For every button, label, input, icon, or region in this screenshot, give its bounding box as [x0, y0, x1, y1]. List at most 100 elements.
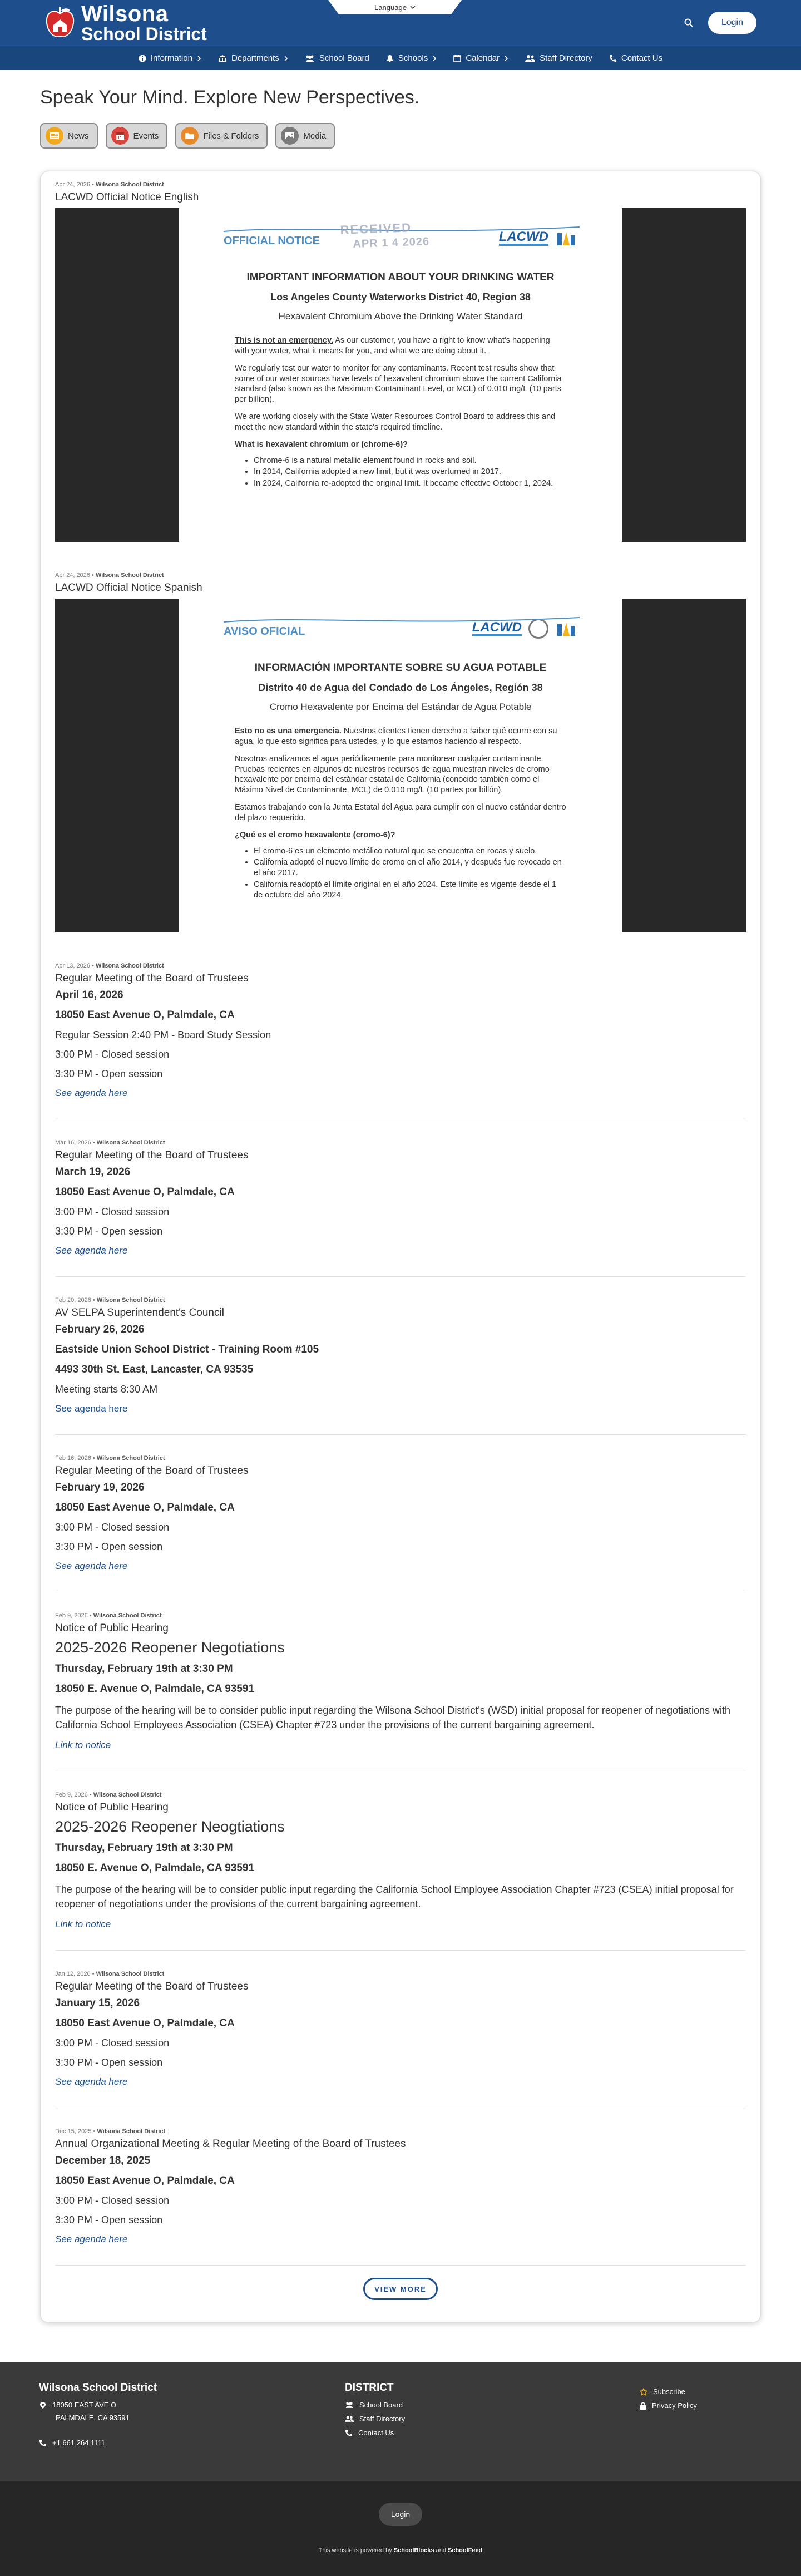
nav-information[interactable]: Information — [139, 53, 201, 63]
event-detail: 3:00 PM - Closed session — [55, 1522, 170, 1533]
event-detail: 3:30 PM - Open session — [55, 1541, 163, 1552]
nav-contact-us[interactable]: Contact Us — [609, 53, 662, 63]
language-selector[interactable]: Language — [328, 0, 462, 14]
news-feed: Apr 24, 2026 • Wilsona School District L… — [40, 171, 761, 2323]
login-button[interactable]: Login — [708, 12, 756, 34]
people-icon — [305, 55, 314, 62]
nav-schools[interactable]: Schools — [386, 53, 437, 63]
post-title[interactable]: LACWD Official Notice English — [55, 191, 746, 204]
agenda-link[interactable]: See agenda here — [55, 1245, 127, 1256]
doc-body: Esto no es una emergencia. Nuestros clie… — [224, 726, 577, 901]
post-media-viewer[interactable]: AVISO OFICIAL LACWD INFORMACIÓN IMPORTAN… — [55, 599, 746, 932]
post-source: Wilsona School District — [93, 1612, 162, 1619]
page-tagline: Speak Your Mind. Explore New Perspective… — [40, 87, 420, 108]
event-detail: 3:00 PM - Closed session — [55, 1049, 170, 1060]
post-date: Mar 16, 2026 — [55, 1139, 91, 1146]
site-header: Wilsona School District Language Login I… — [0, 0, 801, 70]
nav-contact-us-label: Contact Us — [621, 53, 663, 63]
schoolblocks-link[interactable]: SchoolBlocks — [394, 2547, 434, 2554]
nav-departments-label: Departments — [231, 53, 279, 63]
footer-phone-number: +1 661 264 1111 — [52, 2439, 106, 2447]
post-title[interactable]: LACWD Official Notice Spanish — [55, 582, 746, 594]
footer-link-school-board[interactable]: School Board — [345, 2401, 640, 2409]
nav-staff-directory-label: Staff Directory — [540, 53, 592, 63]
post-date: Apr 24, 2026 — [55, 572, 90, 579]
post-title[interactable]: Regular Meeting of the Board of Trustees — [55, 1981, 746, 1993]
nav-school-board[interactable]: School Board — [305, 53, 369, 63]
notice-link[interactable]: Link to notice — [55, 1740, 111, 1750]
event-detail: Meeting starts 8:30 AM — [55, 1384, 158, 1395]
footer-link-staff-directory[interactable]: Staff Directory — [345, 2415, 640, 2423]
filter-files-folders-label: Files & Folders — [203, 131, 259, 141]
event-date: February 19, 2026 — [55, 1482, 145, 1493]
star-icon — [640, 2387, 647, 2396]
agenda-link[interactable]: See agenda here — [55, 1088, 127, 1098]
media-letterbox-right — [622, 599, 746, 932]
people-icon — [345, 2402, 353, 2409]
post-title[interactable]: AV SELPA Superintendent's Council — [55, 1307, 746, 1319]
event-date: Thursday, February 19th at 3:30 PM — [55, 1663, 233, 1675]
footer-privacy-link[interactable]: Privacy Policy — [640, 2401, 751, 2410]
feed-post: Feb 9, 2026 • Wilsona School District No… — [55, 1792, 746, 1951]
event-detail: 3:00 PM - Closed session — [55, 2195, 170, 2207]
filter-events[interactable]: Events — [105, 123, 168, 149]
filter-news-label: News — [68, 131, 89, 141]
filter-media[interactable]: Media — [275, 123, 335, 149]
footer-login-button[interactable]: Login — [379, 2503, 422, 2526]
notice-document-image: OFFICIAL NOTICE LACWD RECEIVED APR 1 4 20… — [179, 208, 622, 542]
agenda-link[interactable]: See agenda here — [55, 1403, 127, 1414]
schoolfeed-link[interactable]: SchoolFeed — [448, 2547, 482, 2554]
nav-departments[interactable]: Departments — [218, 53, 288, 63]
chevron-right-icon — [197, 55, 201, 61]
post-title[interactable]: Regular Meeting of the Board of Trustees — [55, 973, 746, 985]
post-media-viewer[interactable]: OFFICIAL NOTICE LACWD RECEIVED APR 1 4 20… — [55, 208, 746, 542]
event-date: December 18, 2025 — [55, 2155, 151, 2167]
post-title[interactable]: Annual Organizational Meeting & Regular … — [55, 2138, 746, 2150]
nav-staff-directory[interactable]: Staff Directory — [525, 53, 592, 63]
post-date: Feb 9, 2026 — [55, 1612, 88, 1619]
feed-filters: News Events Files & Folders Media — [40, 123, 761, 149]
event-detail: 3:00 PM - Closed session — [55, 1206, 170, 1217]
bell-icon — [386, 55, 393, 62]
phone-icon — [609, 55, 616, 62]
notice-link[interactable]: Link to notice — [55, 1919, 111, 1929]
post-title[interactable]: Notice of Public Hearing — [55, 1622, 746, 1635]
agenda-link[interactable]: See agenda here — [55, 1561, 127, 1571]
event-location: 18050 East Avenue O, Palmdale, CA — [55, 1186, 235, 1198]
agenda-link[interactable]: See agenda here — [55, 2076, 127, 2087]
post-title[interactable]: Regular Meeting of the Board of Trustees — [55, 1465, 746, 1477]
doc-heading: IMPORTANT INFORMATION ABOUT YOUR DRINKIN… — [246, 272, 555, 283]
view-more-button[interactable]: VIEW MORE — [363, 2278, 438, 2301]
footer-link-contact-us[interactable]: Contact Us — [345, 2429, 640, 2437]
nav-calendar[interactable]: Calendar — [453, 53, 508, 63]
event-location: 18050 East Avenue O, Palmdale, CA — [55, 2175, 235, 2187]
event-location: 18050 E. Avenue O, Palmdale, CA 93591 — [55, 1862, 255, 1874]
main-nav: Information Departments School Board Sch… — [0, 46, 801, 70]
footer-phone[interactable]: +1 661 264 1111 — [39, 2439, 345, 2447]
post-title[interactable]: Regular Meeting of the Board of Trustees — [55, 1149, 746, 1162]
chevron-right-icon — [505, 55, 508, 61]
feed-post: Dec 15, 2025 • Wilsona School District A… — [55, 2128, 746, 2266]
staff-icon — [525, 55, 536, 62]
feed-post: Apr 13, 2026 • Wilsona School District R… — [55, 963, 746, 1119]
search-button[interactable] — [681, 16, 696, 30]
event-detail: 3:30 PM - Open session — [55, 2214, 163, 2226]
notice-document-image: AVISO OFICIAL LACWD INFORMACIÓN IMPORTAN… — [179, 599, 622, 932]
phone-icon — [39, 2439, 46, 2446]
district-logo[interactable]: Wilsona School District — [44, 3, 207, 43]
post-date: Jan 12, 2026 — [55, 1971, 91, 1978]
filter-files-folders[interactable]: Files & Folders — [175, 123, 268, 149]
post-meta: Jan 12, 2026 • Wilsona School District — [55, 1971, 165, 1978]
footer-district-heading: DISTRICT — [345, 2382, 394, 2394]
footer-subscribe-link[interactable]: Subscribe — [640, 2387, 751, 2396]
filter-news[interactable]: News — [40, 123, 98, 149]
footer-address: 18050 EAST AVE O — [39, 2401, 345, 2409]
post-meta: Feb 20, 2026 • Wilsona School District — [55, 1297, 165, 1304]
building-icon — [218, 55, 226, 62]
agenda-link[interactable]: See agenda here — [55, 2234, 127, 2244]
post-title[interactable]: Notice of Public Hearing — [55, 1802, 746, 1814]
doc-body: This is not an emergency. As our custome… — [224, 335, 577, 489]
apple-logo-icon — [46, 7, 75, 37]
footer-district-links: DISTRICT School Board Staff Directory Co… — [345, 2382, 640, 2481]
event-date: April 16, 2026 — [55, 989, 123, 1001]
